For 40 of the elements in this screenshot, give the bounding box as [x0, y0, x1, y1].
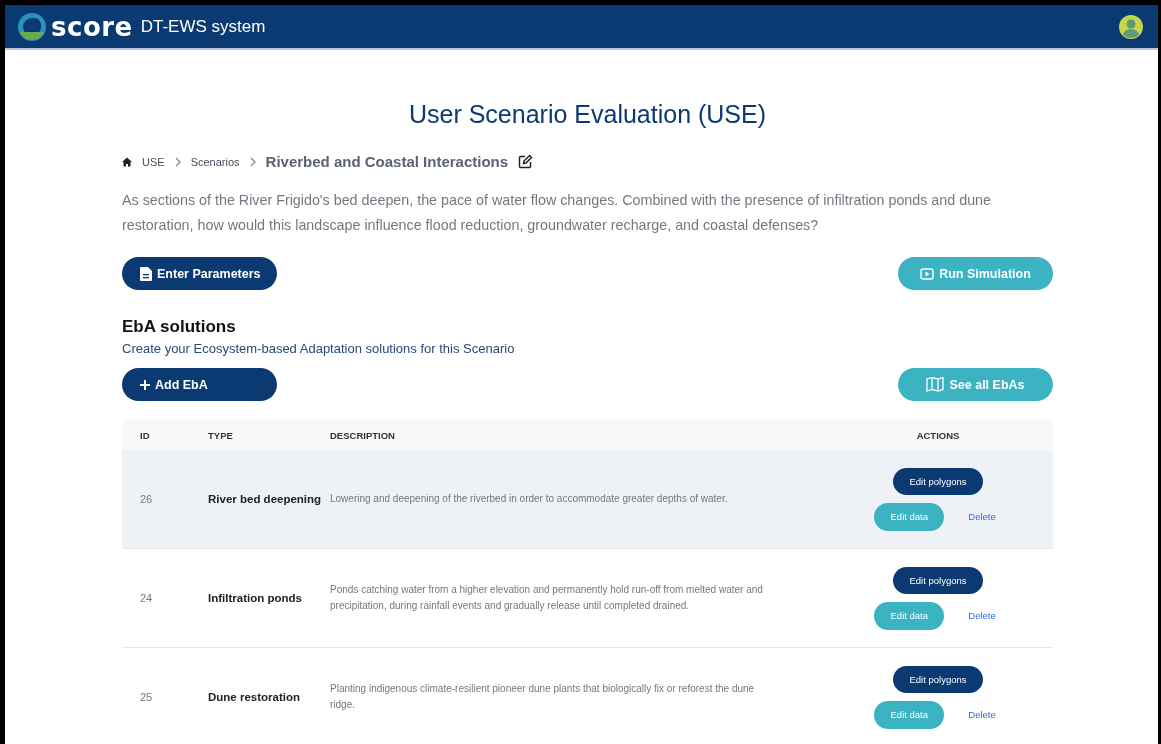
- primary-button[interactable]: Enter Parameters: [122, 257, 277, 290]
- map-icon: [926, 377, 945, 392]
- type-cell-text: Infiltration ponds: [207, 592, 303, 604]
- home-icon: [122, 156, 132, 167]
- description-cell-text: Lowering and deepening of the riverbed in order to accommodate greater depths of water.: [330, 492, 729, 506]
- edit-polygons-button[interactable]: Edit polygons: [893, 467, 983, 495]
- breadcrumb-link[interactable]: USE: [142, 155, 165, 168]
- column-header: TYPE: [207, 429, 234, 441]
- avatar-icon[interactable]: [1118, 13, 1144, 40]
- app-name: DT-EWS system: [140, 16, 266, 37]
- edit-polygons-button[interactable]: Edit polygons: [893, 665, 983, 693]
- column-header: ACTIONS: [915, 429, 961, 441]
- section-subtitle: Create your Ecosystem-based Adaptation solutions for this Scenario: [122, 341, 516, 356]
- type-cell-text: River bed deepening: [207, 493, 323, 505]
- edit-polygons-button[interactable]: Edit polygons: [893, 566, 983, 594]
- type-cell-text: Dune restoration: [207, 691, 301, 703]
- description-cell-text: Planting indigenous climate-resilient pioneer dune plants that biologically fix or reforest the dune ridge.: [330, 682, 756, 712]
- chevron-icon: [249, 156, 256, 167]
- delete-link[interactable]: Delete: [968, 511, 996, 522]
- document-icon: [140, 266, 152, 281]
- page-title: User Scenario Evaluation (USE): [407, 100, 768, 129]
- column-header: ID: [139, 429, 151, 441]
- column-header: DESCRIPTION: [330, 429, 396, 441]
- delete-link[interactable]: Delete: [968, 610, 996, 621]
- primary-button[interactable]: Add EbA: [122, 368, 277, 401]
- brand-logo: score: [51, 11, 133, 42]
- breadcrumb-link[interactable]: Scenarios: [190, 155, 240, 168]
- plus-icon: [140, 379, 150, 390]
- scenario-description: As sections of the River Frigido's bed deepen, the pace of water flow changes. Combined with the presence of infiltration ponds and dune restoration, how would this landscape influence flood reduction, groundwater recharge, and coastal defenses?: [122, 191, 992, 235]
- section-title: EbA solutions: [122, 317, 237, 337]
- edit-icon[interactable]: [518, 154, 534, 169]
- play-icon: [920, 267, 935, 280]
- logo-icon: [17, 11, 47, 42]
- delete-link[interactable]: Delete: [968, 709, 996, 720]
- breadcrumb-current: Riverbed and Coastal Interactions: [265, 153, 509, 170]
- id-cell-text: 24: [139, 592, 154, 604]
- description-cell-text: Ponds catching water from a higher elevation and permanently hold run-off from melted water and precipitation, during rainfall events and gradually release until completed drained.: [330, 583, 764, 613]
- id-cell-text: 26: [139, 493, 154, 505]
- chevron-icon: [174, 156, 181, 167]
- id-cell-text: 25: [139, 691, 154, 703]
